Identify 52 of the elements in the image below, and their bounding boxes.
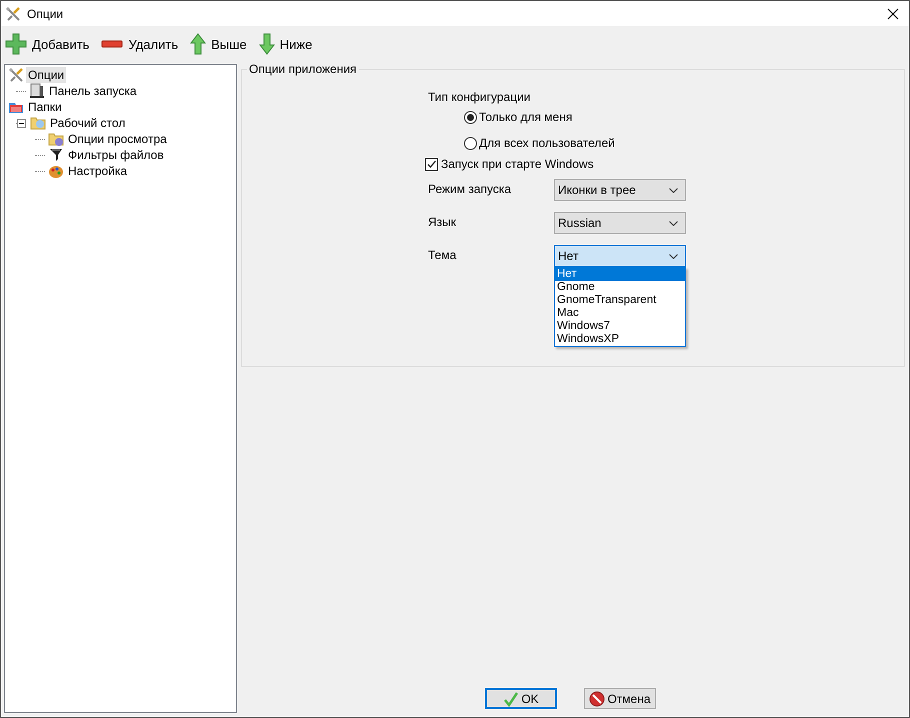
- field-label: Язык: [428, 214, 458, 229]
- radio-label[interactable]: Только для меня: [479, 110, 572, 124]
- chevron-down-icon: [669, 254, 678, 258]
- dropdown-option[interactable]: Gnome: [555, 281, 685, 294]
- dropdown-field[interactable]: Нет: [554, 245, 686, 267]
- tree-item[interactable]: Опции: [26, 67, 66, 83]
- ok-button[interactable]: OK: [485, 688, 557, 709]
- dropdown-option[interactable]: Mac: [555, 307, 685, 320]
- dropdown-option[interactable]: WindowsXP: [555, 333, 685, 346]
- checkmark-icon: [426, 158, 437, 170]
- tree-item[interactable]: Рабочий стол: [48, 115, 128, 131]
- remove-button[interactable]: Удалить: [101, 33, 178, 55]
- panel-icon: [29, 83, 45, 99]
- palette-icon: [48, 163, 64, 179]
- down-arrow-icon: [258, 33, 275, 55]
- tree-item[interactable]: Фильтры файлов: [66, 147, 166, 163]
- tree-item[interactable]: Настройка: [66, 163, 130, 179]
- close-icon[interactable]: [887, 8, 899, 20]
- section-label: Тип конфигурации: [428, 90, 530, 104]
- radio-label[interactable]: Для всех пользователей: [479, 136, 615, 150]
- tools-icon: [5, 6, 21, 22]
- tools-icon: [8, 67, 24, 83]
- radio-button[interactable]: [464, 136, 477, 150]
- dropdown-option[interactable]: Нет: [555, 268, 685, 281]
- chevron-down-icon: [669, 220, 678, 226]
- tree-item[interactable]: Опции просмотра: [66, 131, 169, 147]
- radio-button[interactable]: [464, 110, 477, 124]
- folder-icon: [30, 115, 46, 131]
- chevron-down-icon: [669, 188, 678, 192]
- dropdown-option[interactable]: Windows7: [555, 320, 685, 333]
- funnel-icon: [48, 147, 64, 163]
- cancel-button[interactable]: Отмена: [584, 688, 656, 709]
- folder-icon: [48, 131, 64, 147]
- checkbox[interactable]: [425, 158, 438, 170]
- field-label: Тема: [428, 247, 458, 262]
- dropdown-field[interactable]: Russian: [554, 212, 686, 234]
- checkmark-icon: [503, 690, 520, 706]
- field-label: Режим запуска: [428, 181, 512, 196]
- plus-icon: [5, 33, 27, 55]
- tree-item[interactable]: Папки: [26, 99, 64, 115]
- cancel-icon: [589, 690, 606, 706]
- add-button[interactable]: Добавить: [5, 33, 90, 55]
- dropdown-field[interactable]: Иконки в трее: [554, 179, 686, 201]
- collapse-toggle[interactable]: [17, 118, 26, 128]
- up-arrow-icon: [190, 33, 206, 55]
- window-title: Опции: [27, 6, 64, 20]
- move-down-button[interactable]: Ниже: [258, 33, 312, 55]
- checkbox-label[interactable]: Запуск при старте Windows: [441, 157, 594, 171]
- move-up-button[interactable]: Выше: [190, 33, 247, 55]
- group-title: Опции приложения: [247, 62, 359, 76]
- dropdown-option[interactable]: GnomeTransparent: [555, 294, 685, 307]
- tree-item[interactable]: Панель запуска: [47, 83, 139, 99]
